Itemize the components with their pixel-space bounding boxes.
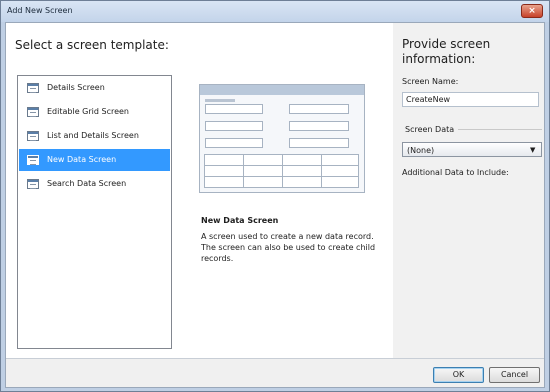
template-item-search-data[interactable]: Search Data Screen (19, 173, 170, 195)
search-data-screen-icon (27, 179, 39, 189)
screen-data-value: (None) (407, 146, 435, 155)
template-item-new-data[interactable]: New Data Screen (19, 149, 170, 171)
grid-screen-icon (27, 107, 39, 117)
template-label: Details Screen (47, 83, 105, 92)
title-bar[interactable]: Add New Screen × (1, 1, 549, 22)
ok-button[interactable]: OK (433, 367, 484, 383)
screen-info-heading: Provide screen information: (402, 37, 491, 66)
preview-field (289, 104, 349, 114)
preview-field (205, 121, 263, 131)
cancel-button[interactable]: Cancel (489, 367, 540, 383)
dialog-client: Select a screen template: Details Screen… (5, 22, 545, 388)
template-item-details[interactable]: Details Screen (19, 77, 170, 99)
template-item-editable-grid[interactable]: Editable Grid Screen (19, 101, 170, 123)
template-heading: Select a screen template: (15, 38, 169, 52)
details-screen-icon (27, 83, 39, 93)
preview-field (289, 121, 349, 131)
additional-data-label: Additional Data to Include: (402, 168, 509, 177)
screen-data-label: Screen Data (405, 125, 455, 134)
close-icon: × (528, 6, 536, 16)
screen-data-dropdown[interactable]: (None) ▼ (402, 142, 542, 157)
new-data-screen-icon (27, 155, 39, 165)
preview-grid (204, 154, 359, 188)
close-button[interactable]: × (521, 4, 543, 18)
chevron-down-icon: ▼ (530, 146, 536, 154)
preview-field (205, 104, 263, 114)
window-title: Add New Screen (7, 6, 73, 15)
preview-field (289, 138, 349, 148)
preview-label-bar (205, 99, 235, 102)
template-label: New Data Screen (47, 155, 117, 164)
template-description-title: New Data Screen (201, 216, 279, 225)
template-label: List and Details Screen (47, 131, 139, 140)
preview-field (205, 138, 263, 148)
list-details-screen-icon (27, 131, 39, 141)
template-section: Select a screen template: Details Screen… (6, 23, 393, 358)
template-item-list-details[interactable]: List and Details Screen (19, 125, 170, 147)
preview-grid-line (282, 155, 283, 187)
screen-name-input[interactable] (402, 92, 539, 107)
preview-grid-line (321, 155, 322, 187)
dialog-footer: OK Cancel (6, 359, 544, 387)
screen-info-panel: Provide screen information: (393, 23, 544, 358)
template-preview-image (199, 84, 365, 193)
screen-name-label: Screen Name: (402, 77, 459, 86)
dialog-window: Add New Screen × Select a screen templat… (0, 0, 550, 392)
preview-grid-line (243, 155, 244, 187)
template-list[interactable]: Details Screen Editable Grid Screen List… (17, 75, 172, 349)
template-label: Search Data Screen (47, 179, 127, 188)
template-description-text: A screen used to create a new data recor… (201, 232, 376, 263)
screen-data-divider (458, 129, 542, 130)
preview-title-bar (200, 85, 364, 95)
template-label: Editable Grid Screen (47, 107, 129, 116)
